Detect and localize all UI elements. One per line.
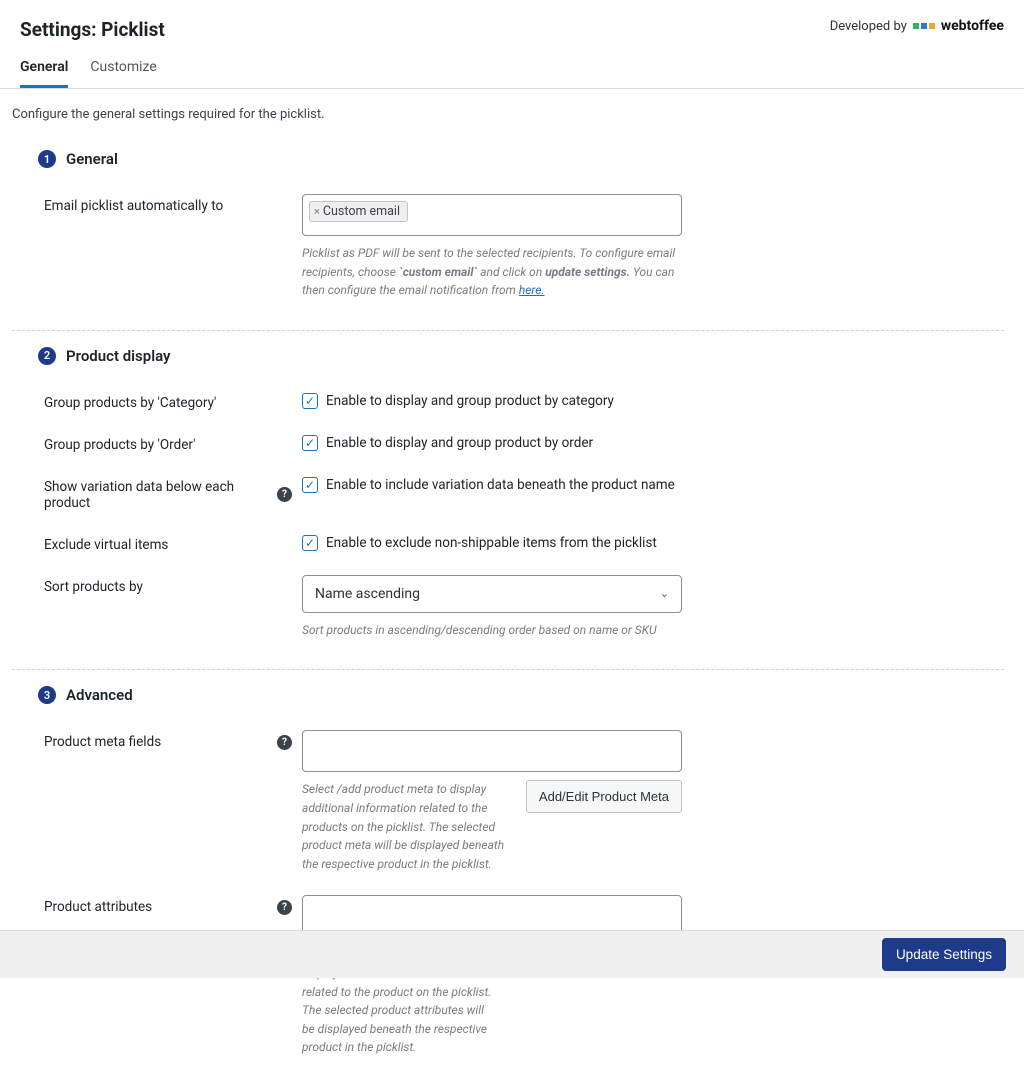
row-variation-data: Show variation data below each product ?… (38, 467, 1004, 525)
section-title-product-display: Product display (66, 347, 171, 365)
update-settings-button[interactable]: Update Settings (882, 938, 1006, 971)
tab-general[interactable]: General (20, 59, 68, 88)
checkbox-group-category[interactable]: ✓ (302, 393, 318, 409)
desc-variation-data: Enable to include variation data beneath… (326, 477, 675, 493)
link-here[interactable]: here. (519, 283, 545, 297)
hint-sort: Sort products in ascending/descending or… (302, 621, 682, 640)
row-group-order: Group products by 'Order' ✓ Enable to di… (38, 425, 1004, 467)
help-icon[interactable]: ? (277, 735, 292, 750)
row-product-attributes: Product attributes ? Select/add product … (38, 887, 1004, 1071)
page-title: Settings: Picklist (20, 18, 165, 41)
brand-name: webtoffee (941, 18, 1004, 34)
desc-exclude-virtual: Enable to exclude non-shippable items fr… (326, 535, 657, 551)
label-email-picklist: Email picklist automatically to (44, 194, 302, 214)
hint-product-meta: Select /add product meta to display addi… (302, 780, 512, 873)
brand-logo-icon (913, 23, 935, 29)
label-exclude-virtual: Exclude virtual items (44, 533, 302, 553)
section-title-general: General (66, 150, 118, 168)
developed-by-label: Developed by (830, 19, 907, 34)
footer-bar: Update Settings (0, 930, 1024, 978)
section-general: 1 General Email picklist automatically t… (12, 150, 1004, 331)
tag-remove-icon[interactable]: × (314, 205, 320, 218)
tabs: General Customize (0, 41, 1024, 89)
checkbox-exclude-virtual[interactable]: ✓ (302, 535, 318, 551)
row-email-picklist: Email picklist automatically to × Custom… (38, 186, 1004, 314)
label-product-meta: Product meta fields ? (44, 730, 302, 750)
section-advanced: 3 Advanced Product meta fields ? Select … (12, 686, 1004, 1087)
tag-custom-email[interactable]: × Custom email (309, 201, 408, 222)
developed-by: Developed by webtoffee (830, 18, 1004, 34)
checkbox-group-order[interactable]: ✓ (302, 435, 318, 451)
email-recipients-input[interactable]: × Custom email (302, 194, 682, 236)
label-sort-products: Sort products by (44, 575, 302, 595)
section-product-display: 2 Product display Group products by 'Cat… (12, 347, 1004, 671)
step-badge-3: 3 (38, 686, 56, 704)
row-group-category: Group products by 'Category' ✓ Enable to… (38, 383, 1004, 425)
label-variation-data: Show variation data below each product ? (44, 475, 302, 511)
step-badge-2: 2 (38, 347, 56, 365)
label-group-category: Group products by 'Category' (44, 391, 302, 411)
tab-customize[interactable]: Customize (90, 59, 156, 88)
checkbox-variation-data[interactable]: ✓ (302, 477, 318, 493)
row-sort-products: Sort products by Name ascending ⌄ Sort p… (38, 567, 1004, 654)
label-product-attributes: Product attributes ? (44, 895, 302, 915)
hint-email: Picklist as PDF will be sent to the sele… (302, 244, 682, 300)
select-sort-products[interactable]: Name ascending ⌄ (302, 575, 682, 613)
desc-group-order: Enable to display and group product by o… (326, 435, 593, 451)
label-group-order: Group products by 'Order' (44, 433, 302, 453)
add-edit-product-meta-button[interactable]: Add/Edit Product Meta (526, 780, 682, 813)
row-product-meta: Product meta fields ? Select /add produc… (38, 722, 1004, 887)
product-meta-input[interactable] (302, 730, 682, 772)
select-value: Name ascending (315, 586, 420, 602)
help-icon[interactable]: ? (277, 900, 292, 915)
step-badge-1: 1 (38, 150, 56, 168)
help-icon[interactable]: ? (277, 487, 292, 502)
tag-label: Custom email (323, 204, 400, 219)
row-exclude-virtual: Exclude virtual items ✓ Enable to exclud… (38, 525, 1004, 567)
intro-text: Configure the general settings required … (12, 107, 1004, 122)
chevron-down-icon: ⌄ (660, 587, 669, 600)
desc-group-category: Enable to display and group product by c… (326, 393, 614, 409)
section-title-advanced: Advanced (66, 686, 133, 704)
